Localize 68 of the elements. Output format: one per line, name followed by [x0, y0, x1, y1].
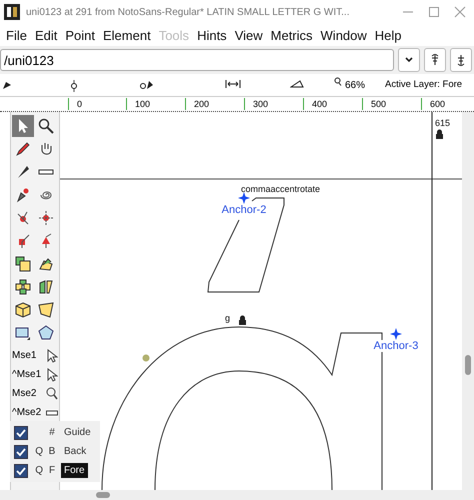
menu-item[interactable]: Metrics	[266, 28, 317, 42]
anchor-label: Anchor-2	[222, 204, 266, 216]
mouse-binding-label: ^Mse2	[12, 407, 42, 418]
glyph-name-field[interactable]: /uni0123	[0, 49, 394, 71]
pencil-icon	[15, 141, 31, 157]
app-icon	[4, 4, 20, 20]
rectangle-icon	[15, 325, 31, 341]
anchor-marker[interactable]	[238, 192, 250, 204]
layer-name[interactable]: Back	[61, 444, 90, 459]
rotate-icon	[38, 256, 54, 272]
skew-icon	[38, 279, 54, 295]
glyph-name-label: g	[225, 313, 230, 323]
active-layer-label: Active Layer: Fore	[385, 79, 462, 90]
comma-outline[interactable]	[207, 198, 284, 292]
mouse-binding-label: ^Mse1	[12, 369, 42, 380]
cube-icon	[15, 302, 31, 318]
menu-item[interactable]: Point	[61, 28, 99, 42]
dropdown-button[interactable]	[398, 48, 420, 72]
layer-visible-checkbox[interactable]	[14, 464, 28, 478]
zoom-level: 66%	[345, 80, 366, 91]
layer-symbol: F	[48, 465, 56, 476]
quadratic-label: Q	[35, 446, 43, 457]
window-title: uni0123 at 291 from NotoSans-Regular* LATIN SMALL LETTER G WIT...	[26, 6, 350, 18]
magnify-icon	[46, 386, 58, 400]
lock-icon	[239, 316, 246, 325]
menu-item[interactable]: View	[230, 28, 267, 42]
magnify-icon	[38, 118, 54, 134]
scale-icon	[15, 256, 31, 272]
caret-icon	[404, 55, 414, 65]
flip-icon	[15, 279, 31, 295]
maximize-icon[interactable]	[428, 6, 440, 18]
layer-symbol: #	[48, 427, 56, 438]
mouse-binding-label: Mse2	[12, 388, 36, 399]
pointer-icon	[2, 80, 12, 90]
advance-width-value: 615	[435, 118, 450, 128]
layer-symbol: B	[48, 446, 56, 457]
hv-curve-point-icon	[38, 210, 54, 226]
curve-point-icon	[15, 210, 31, 226]
knife-icon	[15, 164, 31, 180]
mouse-binding-label: Mse1	[12, 350, 36, 361]
quadratic-label: Q	[35, 465, 43, 476]
layer-visible-checkbox[interactable]	[14, 426, 28, 440]
layer-name[interactable]: Fore	[61, 463, 88, 478]
reference-name-label: commaaccentrotate	[241, 184, 320, 194]
menu-item[interactable]: Edit	[30, 28, 62, 42]
polygon-icon	[38, 325, 54, 341]
pen-icon	[15, 187, 31, 203]
horizontal-ruler: 0 100 200 300 400 500 600	[0, 96, 474, 112]
menu-item[interactable]: Window	[316, 28, 371, 42]
anchor-marker[interactable]	[390, 328, 402, 340]
relative-point-icon	[140, 80, 154, 90]
menu-item[interactable]: Element	[99, 28, 155, 42]
previous-glyph-button[interactable]	[424, 48, 446, 72]
point-icon	[70, 80, 78, 92]
angle-icon	[290, 80, 304, 88]
menu-item[interactable]: Hints	[193, 28, 231, 42]
layer-name[interactable]: Guide	[61, 425, 94, 440]
point-marker[interactable]	[142, 354, 150, 362]
menu-item[interactable]: Help	[370, 28, 406, 42]
layer-visible-checkbox[interactable]	[14, 444, 28, 458]
next-glyph-button[interactable]	[450, 48, 472, 72]
anchor-label: Anchor-3	[374, 340, 418, 352]
width-arrows-icon	[225, 80, 241, 88]
magnify-icon	[334, 77, 342, 86]
close-icon[interactable]	[454, 6, 466, 18]
perspective-icon	[38, 302, 54, 318]
lock-icon	[436, 130, 443, 139]
menu-item[interactable]: File	[2, 28, 31, 42]
